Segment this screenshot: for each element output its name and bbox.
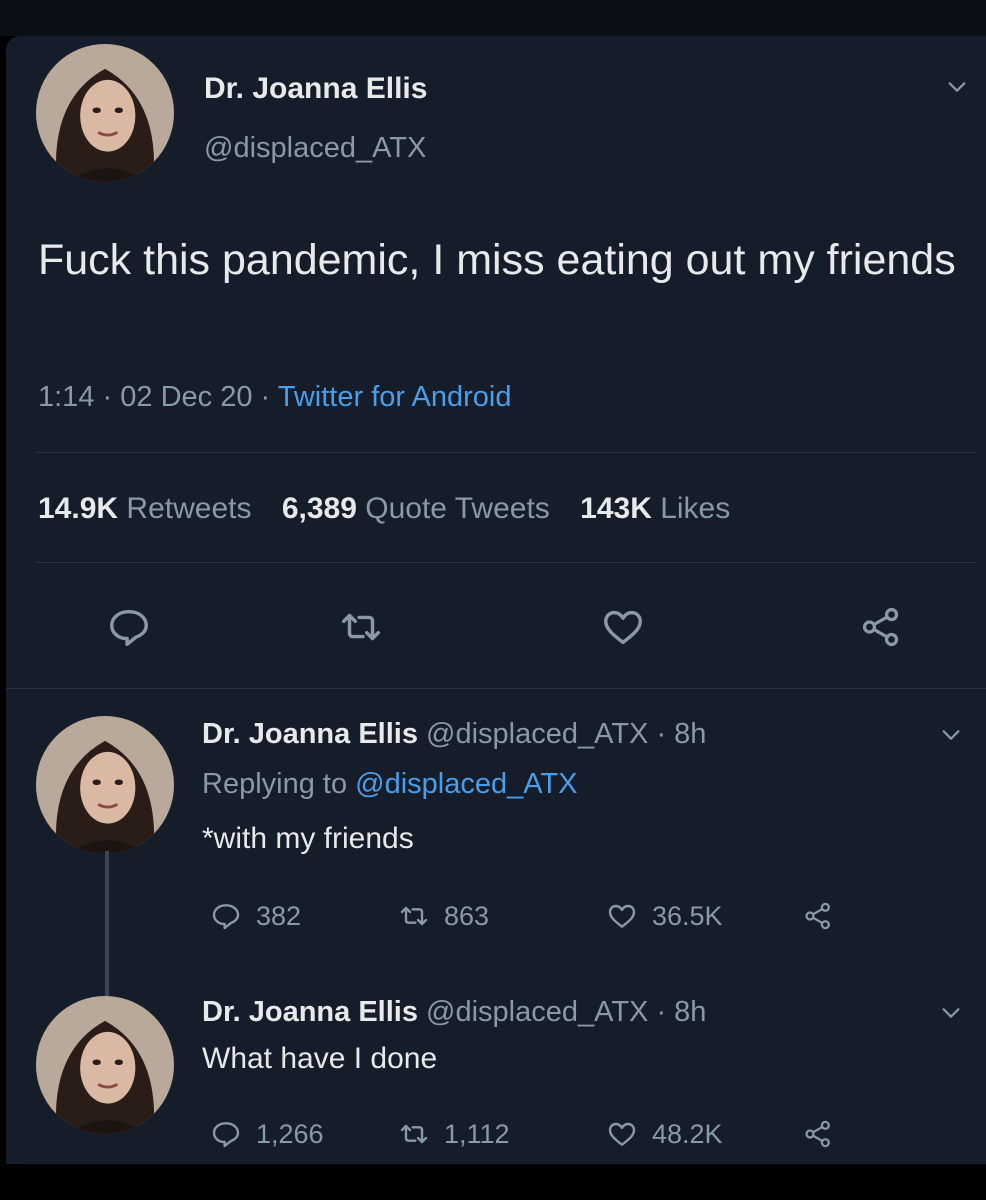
- reply-count: 1,266: [256, 1118, 324, 1149]
- chevron-down-icon[interactable]: [940, 1002, 962, 1024]
- likes-count: 143K: [580, 492, 652, 525]
- quotes-count: 6,389: [281, 492, 357, 525]
- reply-header: Dr. Joanna Ellis @displaced_ATX · 8h: [202, 996, 706, 1029]
- replying-to-label: Replying to: [202, 768, 348, 800]
- retweet-icon: [400, 1124, 428, 1144]
- reply-icon: [212, 904, 240, 930]
- retweet-icon[interactable]: [338, 604, 384, 650]
- like-icon[interactable]: [600, 604, 646, 650]
- thread-connector: [105, 851, 109, 996]
- retweets-stat[interactable]: 14.9K Retweets: [38, 492, 273, 525]
- quote-tweets-stat[interactable]: 6,389 Quote Tweets: [282, 492, 572, 525]
- like-icon: [608, 1122, 636, 1146]
- meta-separator: ·: [102, 381, 113, 413]
- retweet-count: 863: [444, 900, 490, 931]
- retweet-button[interactable]: 1,112: [398, 1114, 510, 1154]
- meta-separator: ·: [260, 381, 271, 413]
- divider: [36, 562, 976, 563]
- reply-text: What have I done: [202, 1042, 438, 1075]
- replying-to-handle[interactable]: @displaced_ATX: [355, 768, 577, 800]
- like-count: 48.2K: [652, 1118, 723, 1149]
- reply-actions: 382 863 36.5K: [202, 896, 922, 936]
- retweet-button[interactable]: 863: [398, 896, 489, 936]
- tweet-source-link[interactable]: Twitter for Android: [278, 381, 512, 413]
- reply-icon: [212, 1122, 240, 1148]
- replying-to: Replying to @displaced_ATX: [202, 768, 578, 801]
- author-display-name[interactable]: Dr. Joanna Ellis: [204, 72, 427, 106]
- retweets-count: 14.9K: [38, 492, 119, 525]
- retweet-count: 1,112: [444, 1118, 510, 1149]
- reply-icon[interactable]: [106, 604, 152, 650]
- author-handle[interactable]: @displaced_ATX: [204, 132, 426, 165]
- avatar-portrait-icon: [36, 44, 174, 182]
- tweet-date: 02 Dec 20: [120, 381, 253, 413]
- reply-header: Dr. Joanna Ellis @displaced_ATX · 8h: [202, 718, 706, 751]
- reply-button[interactable]: 382: [210, 896, 301, 936]
- reply-handle[interactable]: @displaced_ATX: [426, 996, 648, 1028]
- tweet-stats: 14.9K Retweets 6,389 Quote Tweets 143K L…: [38, 492, 752, 526]
- like-button[interactable]: 36.5K: [606, 896, 723, 936]
- reply-avatar[interactable]: [36, 996, 174, 1134]
- share-icon[interactable]: [858, 604, 904, 650]
- reply-age: · 8h: [656, 718, 707, 750]
- reply-actions: 1,266 1,112 48.2K: [202, 1114, 922, 1154]
- tweet-text: Fuck this pandemic, I miss eating out my…: [38, 236, 956, 284]
- chevron-down-icon[interactable]: [946, 76, 968, 98]
- share-button[interactable]: [802, 1114, 834, 1154]
- likes-label: Likes: [660, 492, 731, 525]
- quotes-label: Quote Tweets: [365, 492, 550, 525]
- avatar-portrait-icon: [36, 996, 174, 1134]
- retweets-label: Retweets: [126, 492, 252, 525]
- reply-avatar[interactable]: [36, 716, 174, 854]
- like-count: 36.5K: [652, 900, 723, 931]
- top-bezel: [0, 0, 986, 36]
- like-icon: [608, 904, 636, 928]
- chevron-down-icon[interactable]: [940, 724, 962, 746]
- likes-stat[interactable]: 143K Likes: [580, 492, 752, 525]
- reply-handle[interactable]: @displaced_ATX: [426, 718, 648, 750]
- reply-button[interactable]: 1,266: [210, 1114, 324, 1154]
- reply-display-name[interactable]: Dr. Joanna Ellis: [202, 996, 418, 1028]
- retweet-icon: [400, 906, 428, 926]
- divider: [6, 688, 986, 689]
- tweet-meta: 1:14 · 02 Dec 20 · Twitter for Android: [38, 381, 511, 414]
- avatar-portrait-icon: [36, 716, 174, 854]
- tweet-thread-screen: Dr. Joanna Ellis @displaced_ATX Fuck thi…: [6, 36, 986, 1164]
- reply-age: · 8h: [656, 996, 707, 1028]
- tweet-actions: [6, 604, 986, 654]
- author-avatar[interactable]: [36, 44, 174, 182]
- tweet-time: 1:14: [38, 381, 95, 413]
- reply-display-name[interactable]: Dr. Joanna Ellis: [202, 718, 418, 750]
- reply-count: 382: [256, 900, 302, 931]
- divider: [36, 452, 976, 453]
- share-icon: [805, 902, 830, 930]
- bottom-bezel: [0, 1164, 986, 1200]
- share-icon: [805, 1120, 830, 1148]
- share-button[interactable]: [802, 896, 834, 936]
- reply-text: *with my friends: [202, 822, 414, 855]
- like-button[interactable]: 48.2K: [606, 1114, 723, 1154]
